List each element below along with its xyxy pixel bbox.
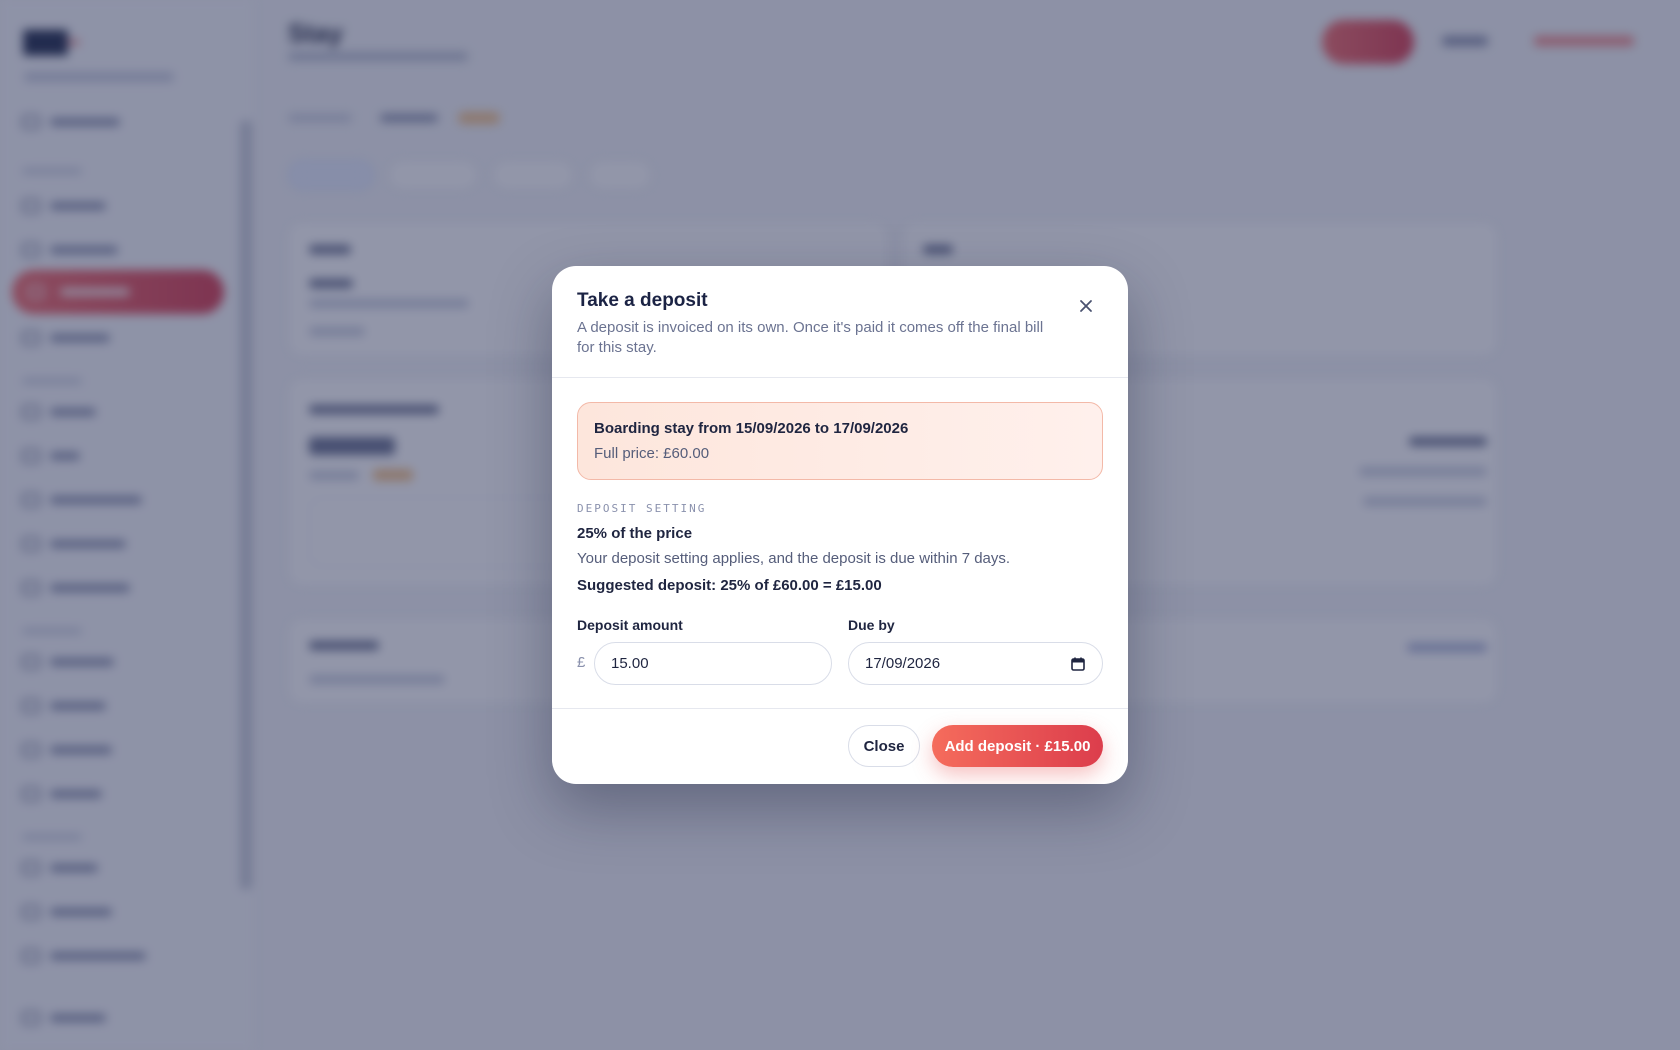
due-by-date-value: 17/09/2026 <box>865 655 941 672</box>
deposit-setting-value: 25% of the price <box>577 525 693 542</box>
due-by-label: Due by <box>848 617 895 633</box>
deposit-amount-input[interactable] <box>594 642 832 685</box>
close-icon <box>1080 300 1092 312</box>
dialog-description: A deposit is invoiced on its own. Once i… <box>577 319 1044 356</box>
suggested-deposit: Suggested deposit: 25% of £60.00 = £15.0… <box>577 577 882 594</box>
dialog-footer: Close Add deposit · £15.00 <box>552 708 1128 784</box>
close-dialog-button[interactable] <box>1072 292 1100 320</box>
add-deposit-button[interactable]: Add deposit · £15.00 <box>932 725 1103 767</box>
stay-summary: Boarding stay from 15/09/2026 to 17/09/2… <box>577 402 1103 480</box>
dialog-title: Take a deposit <box>577 290 708 311</box>
deposit-setting-label: DEPOSIT SETTING <box>577 502 707 515</box>
deposit-amount-label: Deposit amount <box>577 617 683 633</box>
currency-symbol: £ <box>577 654 586 671</box>
stay-summary-title: Boarding stay from 15/09/2026 to 17/09/2… <box>594 420 909 437</box>
take-deposit-dialog: Take a deposit A deposit is invoiced on … <box>552 266 1128 784</box>
deposit-setting-note: Your deposit setting applies, and the de… <box>577 550 1011 567</box>
due-by-date-input[interactable]: 17/09/2026 <box>848 642 1103 685</box>
stay-full-price: Full price: £60.00 <box>594 445 710 462</box>
close-button[interactable]: Close <box>848 725 920 767</box>
dialog-header: Take a deposit A deposit is invoiced on … <box>552 266 1128 378</box>
calendar-icon[interactable] <box>1070 656 1086 672</box>
